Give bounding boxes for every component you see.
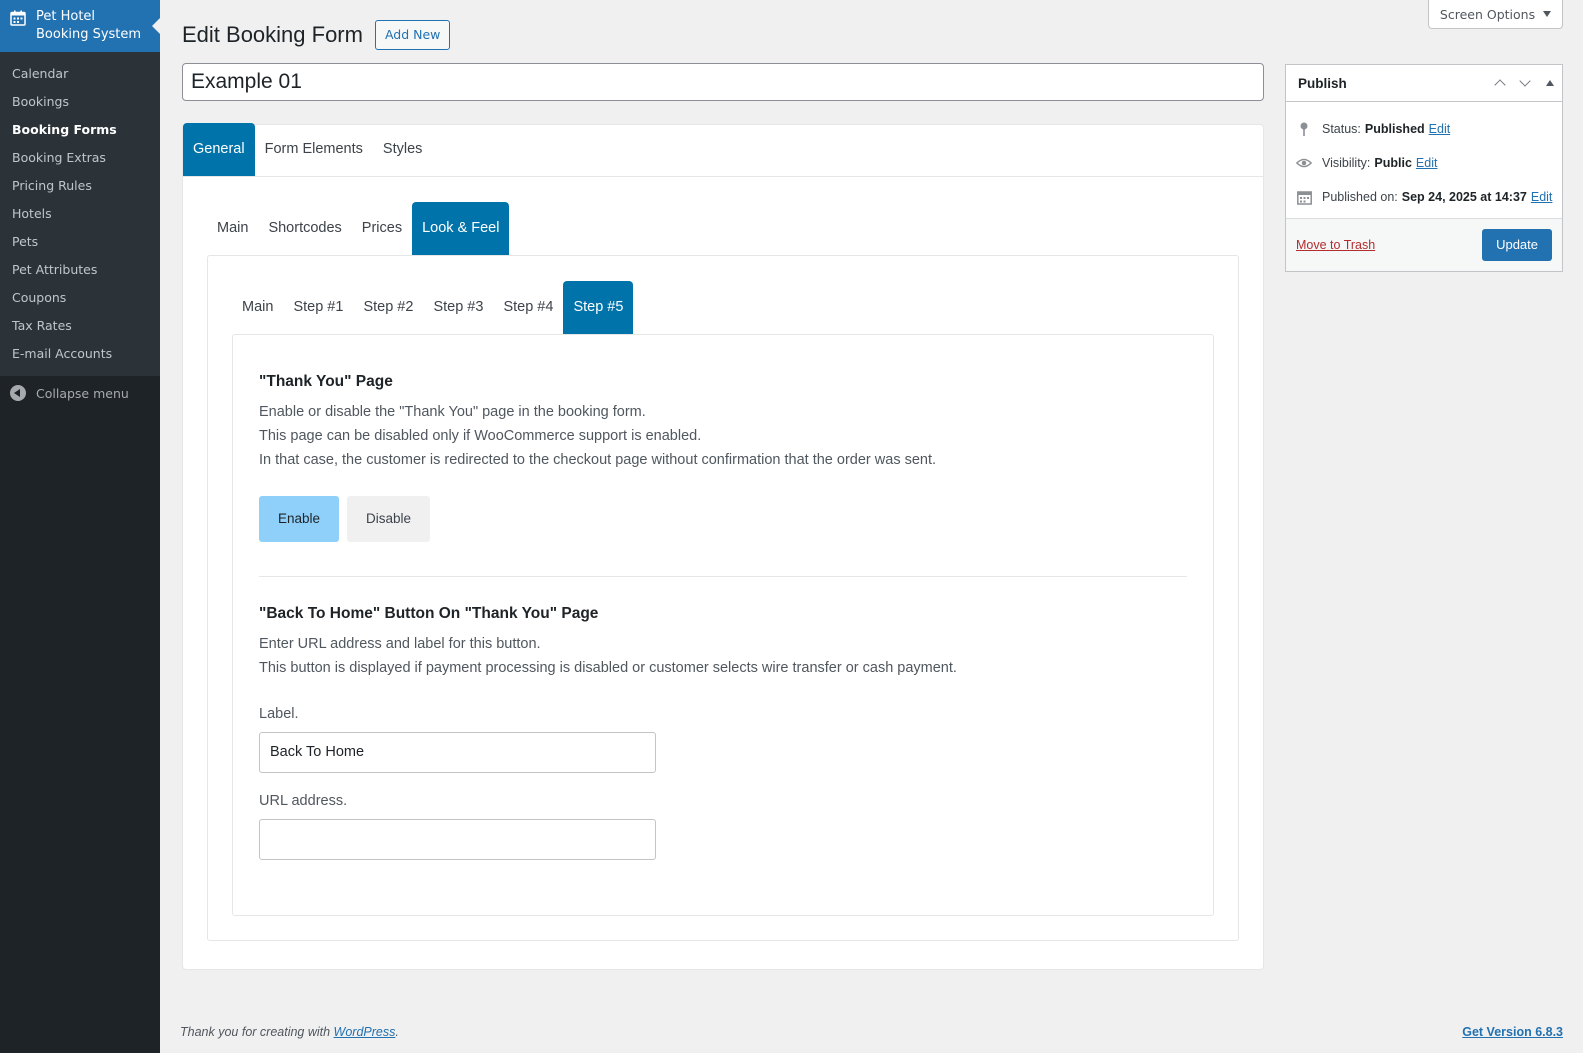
publish-info: Status: Published Edit Visibility: Publi… xyxy=(1286,102,1562,214)
thank-you-section-title: "Thank You" Page xyxy=(259,373,393,390)
sidebar-item-hotels[interactable]: Hotels xyxy=(0,200,160,228)
main-tabs: General Form Elements Styles xyxy=(183,123,1263,177)
get-version-link[interactable]: Get Version 6.8.3 xyxy=(1462,1025,1563,1039)
sidebar-item-email-accounts[interactable]: E-mail Accounts xyxy=(0,340,160,368)
screen-options-label: Screen Options xyxy=(1439,6,1536,22)
triangle-down-icon xyxy=(1543,11,1552,17)
tab-main[interactable]: Main xyxy=(207,202,258,255)
chevron-down-icon xyxy=(1518,75,1531,87)
sidebar-item-calendar[interactable]: Calendar xyxy=(0,60,160,88)
thank-you-desc-2: This page can be disabled only if WooCom… xyxy=(259,428,702,444)
sidebar-item-pets[interactable]: Pets xyxy=(0,228,160,256)
tab-general[interactable]: General xyxy=(183,123,255,176)
footer-thanks-suffix: . xyxy=(395,1025,399,1039)
enable-button[interactable]: Enable xyxy=(259,496,340,542)
collapse-arrow-icon xyxy=(10,385,26,401)
calendar-icon xyxy=(1296,190,1312,205)
publish-actions: Move to Trash Update xyxy=(1286,218,1562,271)
thank-you-desc-3: In that case, the customer is redirected… xyxy=(259,452,937,468)
tab-step-main[interactable]: Main xyxy=(232,281,283,334)
tab-look-and-feel[interactable]: Look & Feel xyxy=(412,202,510,255)
url-input[interactable] xyxy=(259,819,656,860)
tab-step-2[interactable]: Step #2 xyxy=(353,281,423,334)
status-value: Published xyxy=(1364,122,1425,136)
wordpress-link[interactable]: WordPress xyxy=(334,1025,396,1039)
disable-button[interactable]: Disable xyxy=(347,496,431,542)
publish-box: Publish Status: Published Edit Visibilit… xyxy=(1285,64,1563,272)
label-input[interactable]: Back To Home xyxy=(259,732,656,773)
sidebar-submenu: Calendar Bookings Booking Forms Booking … xyxy=(0,52,160,376)
pin-icon xyxy=(1296,121,1312,137)
screen-options-button[interactable]: Screen Options xyxy=(1428,0,1563,29)
tab-step-4[interactable]: Step #4 xyxy=(493,281,563,334)
visibility-label: Visibility: xyxy=(1322,156,1371,170)
tab-styles[interactable]: Styles xyxy=(373,123,433,176)
chevron-up-icon xyxy=(1493,79,1506,91)
collapse-menu-label: Collapse menu xyxy=(36,385,129,401)
thank-you-desc-1: Enable or disable the "Thank You" page i… xyxy=(259,404,646,420)
add-new-button[interactable]: Add New xyxy=(374,20,451,50)
page-title: Edit Booking Form xyxy=(182,22,363,47)
sidebar-plugin-title-line2: Booking System xyxy=(36,27,142,42)
sidebar-plugin-title-line1: Pet Hotel xyxy=(36,9,96,24)
sidebar-item-pricing-rules[interactable]: Pricing Rules xyxy=(0,172,160,200)
edit-date-link[interactable]: Edit xyxy=(1531,190,1553,204)
sidebar-item-booking-extras[interactable]: Booking Extras xyxy=(0,144,160,172)
back-home-desc-2: This button is displayed if payment proc… xyxy=(259,660,957,676)
edit-status-link[interactable]: Edit xyxy=(1429,122,1451,136)
sidebar-item-booking-forms[interactable]: Booking Forms xyxy=(0,116,160,144)
sidebar-item-bookings[interactable]: Bookings xyxy=(0,88,160,116)
look-and-feel-panel: Main Step #1 Step #2 Step #3 Step #4 Ste… xyxy=(207,255,1239,941)
url-field-label: URL address. xyxy=(259,793,348,809)
move-down-button[interactable] xyxy=(1512,65,1537,101)
published-on-value: Sep 24, 2025 at 14:37 xyxy=(1401,190,1527,204)
footer-thanks-prefix: Thank you for creating with xyxy=(180,1025,334,1039)
label-field-label: Label. xyxy=(259,706,299,722)
eye-icon xyxy=(1296,157,1312,169)
sidebar-plugin-title: Pet Hotel Booking System xyxy=(36,8,141,44)
published-on-row: Published on: Sep 24, 2025 at 14:37 Edit xyxy=(1286,180,1562,214)
sidebar-plugin-header[interactable]: Pet Hotel Booking System xyxy=(0,0,160,52)
publish-box-header: Publish xyxy=(1286,65,1562,102)
status-label: Status: xyxy=(1322,122,1361,136)
collapse-menu-button[interactable]: Collapse menu xyxy=(0,376,160,410)
footer-thanks: Thank you for creating with WordPress. xyxy=(180,1025,399,1039)
tab-step-5[interactable]: Step #5 xyxy=(563,281,634,334)
edit-visibility-link[interactable]: Edit xyxy=(1416,156,1438,170)
toggle-panel-button[interactable] xyxy=(1537,65,1562,101)
tab-step-1[interactable]: Step #1 xyxy=(283,281,353,334)
sidebar-item-tax-rates[interactable]: Tax Rates xyxy=(0,312,160,340)
sidebar-item-pet-attributes[interactable]: Pet Attributes xyxy=(0,256,160,284)
tab-step-3[interactable]: Step #3 xyxy=(423,281,493,334)
section-divider xyxy=(259,576,1187,577)
update-button[interactable]: Update xyxy=(1482,229,1552,261)
move-to-trash-link[interactable]: Move to Trash xyxy=(1296,238,1375,252)
booking-form-panel: General Form Elements Styles Main Shortc… xyxy=(182,123,1264,970)
page-heading: Edit Booking Form Add New xyxy=(182,20,451,50)
thank-you-toggle: Enable Disable xyxy=(259,496,1187,542)
visibility-value: Public xyxy=(1374,156,1412,170)
admin-sidebar: Pet Hotel Booking System Calendar Bookin… xyxy=(0,0,160,1053)
triangle-up-icon xyxy=(1545,80,1554,86)
general-subtabs: Main Shortcodes Prices Look & Feel xyxy=(207,202,1263,255)
sidebar-item-coupons[interactable]: Coupons xyxy=(0,284,160,312)
move-up-button[interactable] xyxy=(1487,65,1512,101)
status-row: Status: Published Edit xyxy=(1286,112,1562,146)
tab-prices[interactable]: Prices xyxy=(352,202,412,255)
step-5-panel: "Thank You" Page Enable or disable the "… xyxy=(232,334,1214,916)
current-menu-notch xyxy=(152,18,160,34)
tab-shortcodes[interactable]: Shortcodes xyxy=(258,202,351,255)
calendar-icon xyxy=(10,10,26,26)
form-title-input[interactable]: Example 01 xyxy=(182,63,1264,101)
step-tabs: Main Step #1 Step #2 Step #3 Step #4 Ste… xyxy=(232,281,1238,334)
visibility-row: Visibility: Public Edit xyxy=(1286,146,1562,180)
publish-title: Publish xyxy=(1298,75,1347,91)
back-home-section-title: "Back To Home" Button On "Thank You" Pag… xyxy=(259,605,599,622)
tab-form-elements[interactable]: Form Elements xyxy=(255,123,373,176)
back-home-desc-1: Enter URL address and label for this but… xyxy=(259,636,541,652)
published-on-label: Published on: xyxy=(1322,190,1398,204)
